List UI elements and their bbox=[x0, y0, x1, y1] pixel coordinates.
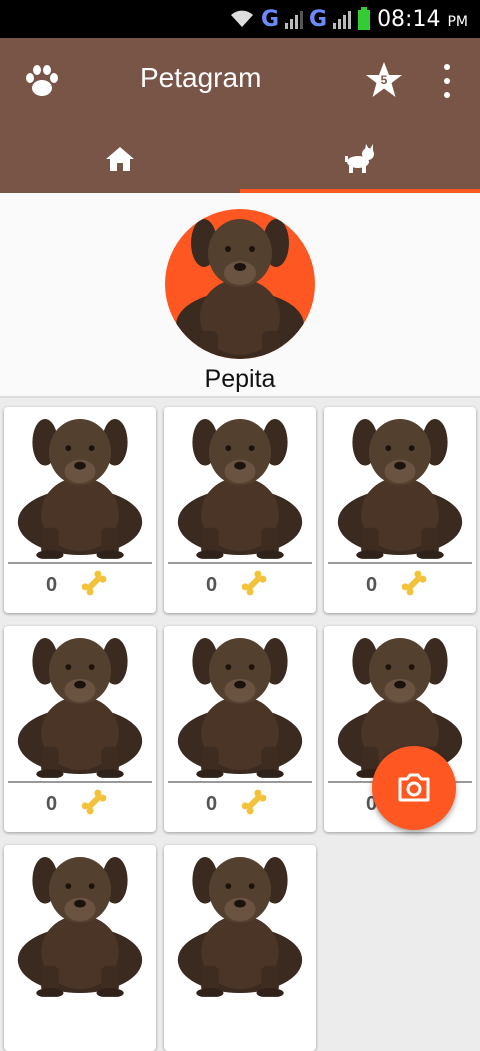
favorites-button[interactable]: 5 bbox=[364, 60, 404, 100]
photo-card[interactable] bbox=[164, 845, 316, 1051]
status-icons: G G 08:14 PM bbox=[229, 0, 468, 38]
like-count: 0 bbox=[366, 574, 378, 596]
signal-icon bbox=[285, 9, 303, 29]
signal-icon-2 bbox=[333, 9, 352, 29]
like-count: 0 bbox=[46, 793, 58, 815]
like-count: 0 bbox=[46, 574, 58, 596]
puppy-photo bbox=[12, 849, 148, 999]
overflow-menu-icon[interactable] bbox=[432, 64, 462, 98]
network-type-1: G bbox=[260, 6, 279, 32]
status-bar: G G 08:14 PM bbox=[0, 0, 480, 38]
puppy-photo bbox=[12, 411, 148, 561]
photo-card[interactable]: 0 bbox=[4, 407, 156, 613]
wifi-icon bbox=[230, 10, 253, 27]
puppy-photo bbox=[12, 630, 148, 780]
photo-card[interactable]: 0 bbox=[4, 626, 156, 832]
bone-icon[interactable] bbox=[80, 788, 108, 816]
photo-card[interactable]: 0 bbox=[164, 626, 316, 832]
dog-icon bbox=[345, 143, 374, 173]
camera-icon bbox=[398, 773, 430, 802]
battery-icon bbox=[358, 7, 371, 30]
bone-icon[interactable] bbox=[240, 569, 268, 597]
puppy-photo bbox=[172, 630, 308, 780]
app-title: Petagram bbox=[140, 62, 262, 93]
pet-profile-header: Pepita bbox=[0, 193, 480, 398]
pet-avatar bbox=[165, 209, 315, 359]
bone-icon[interactable] bbox=[240, 788, 268, 816]
puppy-photo bbox=[172, 411, 308, 561]
network-type-2: G bbox=[309, 6, 328, 32]
pet-name: Pepita bbox=[204, 365, 276, 393]
tab-bar bbox=[0, 124, 480, 193]
paw-icon[interactable] bbox=[22, 60, 62, 100]
puppy-photo bbox=[176, 219, 304, 359]
clock: 08:14 PM bbox=[377, 6, 468, 32]
divider bbox=[8, 562, 152, 564]
camera-button[interactable] bbox=[372, 746, 456, 830]
favorites-count: 5 bbox=[380, 73, 388, 87]
photo-card[interactable]: 0 bbox=[164, 407, 316, 613]
tab-pet-profile[interactable] bbox=[240, 124, 480, 193]
divider bbox=[168, 562, 312, 564]
puppy-photo bbox=[172, 849, 308, 999]
tab-home[interactable] bbox=[0, 124, 240, 193]
like-count: 0 bbox=[206, 574, 218, 596]
app-bar: Petagram 5 bbox=[0, 38, 480, 193]
toolbar: Petagram 5 bbox=[0, 38, 480, 124]
home-icon bbox=[106, 146, 134, 171]
divider bbox=[168, 781, 312, 783]
like-count: 0 bbox=[206, 793, 218, 815]
bone-icon[interactable] bbox=[80, 569, 108, 597]
divider bbox=[8, 781, 152, 783]
bone-icon[interactable] bbox=[400, 569, 428, 597]
photo-card[interactable] bbox=[4, 845, 156, 1051]
puppy-photo bbox=[332, 411, 468, 561]
divider bbox=[328, 562, 472, 564]
photo-card[interactable]: 0 bbox=[324, 407, 476, 613]
